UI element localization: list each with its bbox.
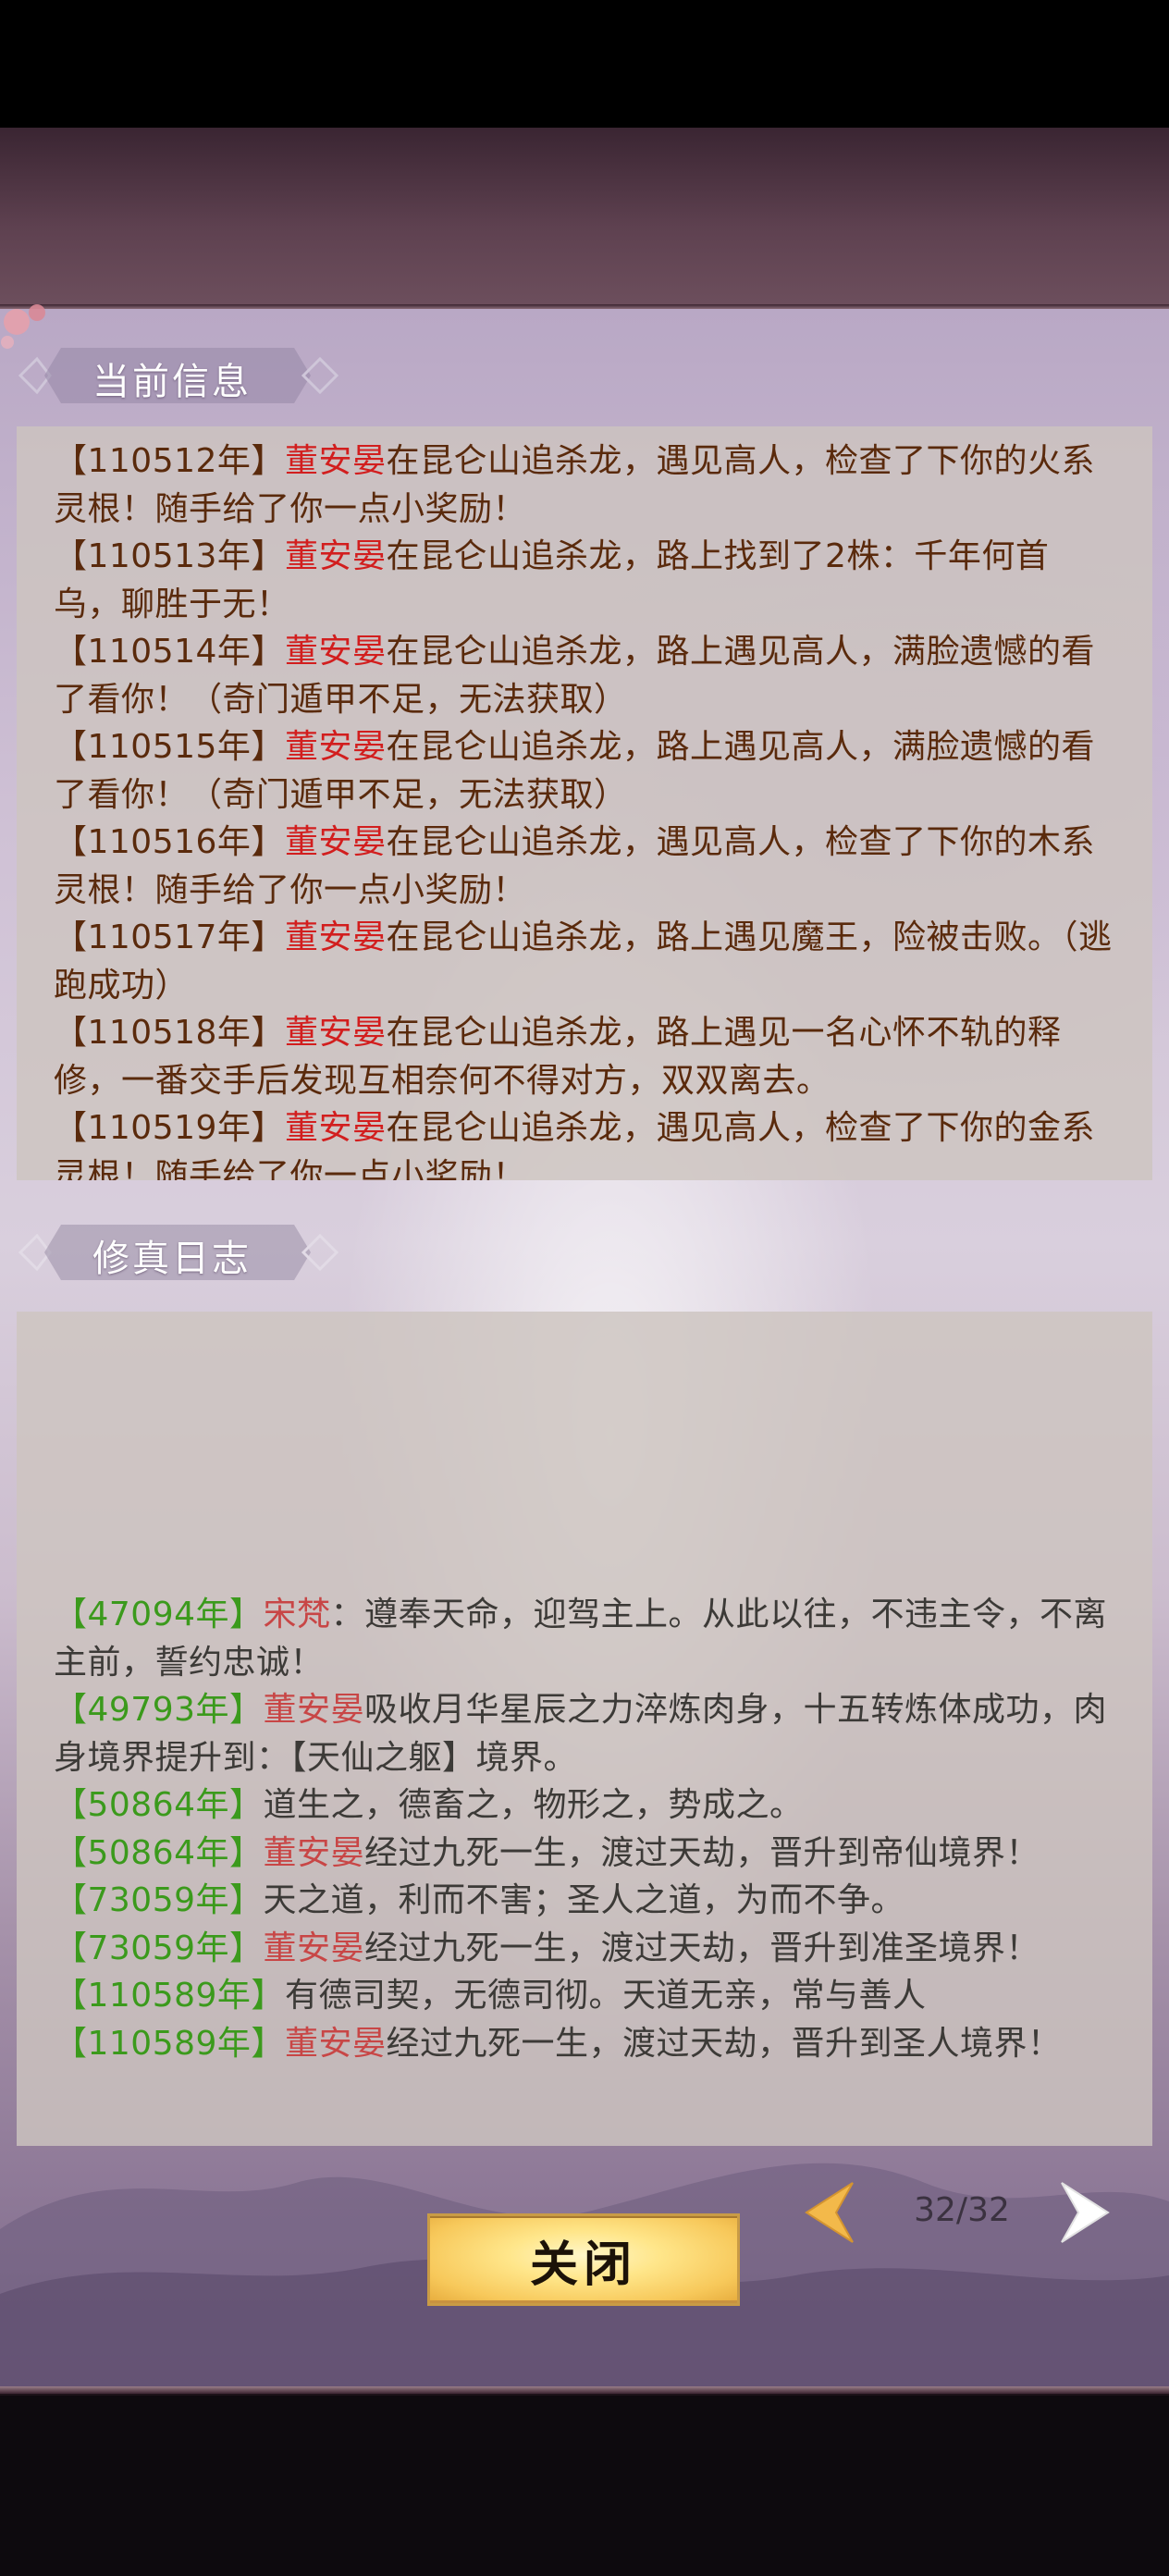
entry-year: 【73059年】 — [54, 1929, 264, 1967]
entry-year: 【110518年】 — [54, 1014, 285, 1052]
log-entry: 【110589年】董安晏经过九死一生，渡过天劫，晋升到圣人境界！ — [54, 2020, 1114, 2068]
entry-year: 【73059年】 — [54, 1881, 264, 1919]
log-entry: 【110519年】董安晏在昆仑山追杀龙，遇见高人，检查了下你的金系灵根！随手给了… — [54, 1104, 1115, 1180]
current-info-panel[interactable]: 【110512年】董安晏在昆仑山追杀龙，遇见高人，检查了下你的火系灵根！随手给了… — [17, 426, 1152, 1180]
entry-character-name: 董安晏 — [284, 2024, 387, 2063]
entry-character-name: 董安晏 — [284, 633, 387, 671]
log-entry: 【47094年】宋梵：遵奉天命，迎驾主上。从此以往，不违主令，不离主前，誓约忠诚… — [54, 1591, 1114, 1686]
entry-text: 经过九死一生，渡过天劫，晋升到准圣境界！ — [364, 1929, 1040, 1967]
entry-character-name: 宋梵 — [263, 1596, 331, 1633]
entry-character-name: 董安晏 — [284, 918, 387, 956]
log-list: 【47094年】宋梵：遵奉天命，迎驾主上。从此以往，不违主令，不离主前，誓约忠诚… — [54, 1591, 1114, 2067]
entry-year: 【50864年】 — [54, 1786, 264, 1824]
log-entry: 【110513年】董安晏在昆仑山追杀龙，路上找到了2株：千年何首乌，聊胜于无！ — [54, 533, 1115, 628]
entry-year: 【110589年】 — [54, 1977, 285, 2015]
entry-text: 天之道，利而不害；圣人之道，为而不争。 — [263, 1881, 905, 1919]
close-button[interactable]: 关闭 — [427, 2213, 740, 2306]
entry-text: 有德司契，无德司彻。天道无亲，常与善人 — [284, 1977, 927, 2015]
log-entry: 【50864年】道生之，德畜之，物形之，势成之。 — [54, 1781, 1114, 1830]
top-frame-band — [0, 128, 1169, 309]
entry-year: 【110514年】 — [54, 633, 285, 671]
entry-year: 【110512年】 — [54, 442, 285, 480]
entry-year: 【110515年】 — [54, 728, 285, 766]
log-section-header: 修真日志 — [17, 1219, 342, 1286]
entry-character-name: 董安晏 — [284, 823, 387, 861]
log-entry: 【110514年】董安晏在昆仑山追杀龙，路上遇见高人，满脸遗憾的看了看你！（奇门… — [54, 628, 1115, 723]
entry-character-name: 董安晏 — [263, 1833, 365, 1872]
info-section-header: 当前信息 — [17, 342, 342, 409]
bottom-frame-band — [0, 2386, 1169, 2394]
page-indicator: 32/32 — [914, 2191, 1010, 2229]
log-entry: 【110515年】董安晏在昆仑山追杀龙，路上遇见高人，满脸遗憾的看了看你！（奇门… — [54, 723, 1115, 819]
entry-text: 道生之，德畜之，物形之，势成之。 — [263, 1786, 804, 1824]
entry-year: 【110517年】 — [54, 918, 285, 956]
info-section-title: 当前信息 — [92, 361, 252, 403]
entry-character-name: 董安晏 — [263, 1691, 365, 1729]
entry-year: 【110516年】 — [54, 823, 285, 861]
log-entry: 【110517年】董安晏在昆仑山追杀龙，路上遇见魔王，险被击败。（逃跑成功） — [54, 914, 1115, 1009]
entry-character-name: 董安晏 — [284, 442, 387, 480]
entry-character-name: 董安晏 — [284, 728, 387, 766]
log-entry: 【73059年】天之道，利而不害；圣人之道，为而不争。 — [54, 1877, 1114, 1925]
log-entry: 【73059年】董安晏经过九死一生，渡过天劫，晋升到准圣境界！ — [54, 1925, 1114, 1973]
entry-year: 【110519年】 — [54, 1109, 285, 1147]
top-letterbox — [0, 0, 1169, 128]
entry-year: 【110513年】 — [54, 537, 285, 575]
entry-character-name: 董安晏 — [284, 537, 387, 575]
entry-year: 【49793年】 — [54, 1691, 264, 1729]
entry-text: 经过九死一生，渡过天劫，晋升到圣人境界！ — [386, 2024, 1062, 2063]
entry-text: 经过九死一生，渡过天劫，晋升到帝仙境界！ — [364, 1833, 1040, 1872]
entry-character-name: 董安晏 — [263, 1929, 365, 1967]
log-entry: 【49793年】董安晏吸收月华星辰之力淬炼肉身，十五转炼体成功，肉身境界提升到：… — [54, 1686, 1114, 1781]
entry-character-name: 董安晏 — [284, 1014, 387, 1052]
bottom-letterbox — [0, 2396, 1169, 2576]
chevron-right-icon[interactable] — [1054, 2175, 1119, 2249]
entry-year: 【50864年】 — [54, 1833, 264, 1872]
log-entry: 【110518年】董安晏在昆仑山追杀龙，路上遇见一名心怀不轨的释修，一番交手后发… — [54, 1009, 1115, 1104]
log-entry: 【50864年】董安晏经过九死一生，渡过天劫，晋升到帝仙境界！ — [54, 1830, 1114, 1878]
log-section-title: 修真日志 — [92, 1238, 252, 1280]
log-entry: 【110512年】董安晏在昆仑山追杀龙，遇见高人，检查了下你的火系灵根！随手给了… — [54, 438, 1115, 533]
cultivation-log-panel[interactable]: 【47094年】宋梵：遵奉天命，迎驾主上。从此以往，不违主令，不离主前，誓约忠诚… — [17, 1312, 1152, 2146]
chevron-left-icon[interactable] — [795, 2175, 860, 2249]
log-entry: 【110589年】有德司契，无德司彻。天道无亲，常与善人 — [54, 1972, 1114, 2020]
info-list: 【110512年】董安晏在昆仑山追杀龙，遇见高人，检查了下你的火系灵根！随手给了… — [54, 438, 1115, 1180]
entry-year: 【47094年】 — [54, 1596, 264, 1633]
log-entry: 【110516年】董安晏在昆仑山追杀龙，遇见高人，检查了下你的木系灵根！随手给了… — [54, 819, 1115, 914]
entry-character-name: 董安晏 — [284, 1109, 387, 1147]
entry-year: 【110589年】 — [54, 2024, 285, 2063]
